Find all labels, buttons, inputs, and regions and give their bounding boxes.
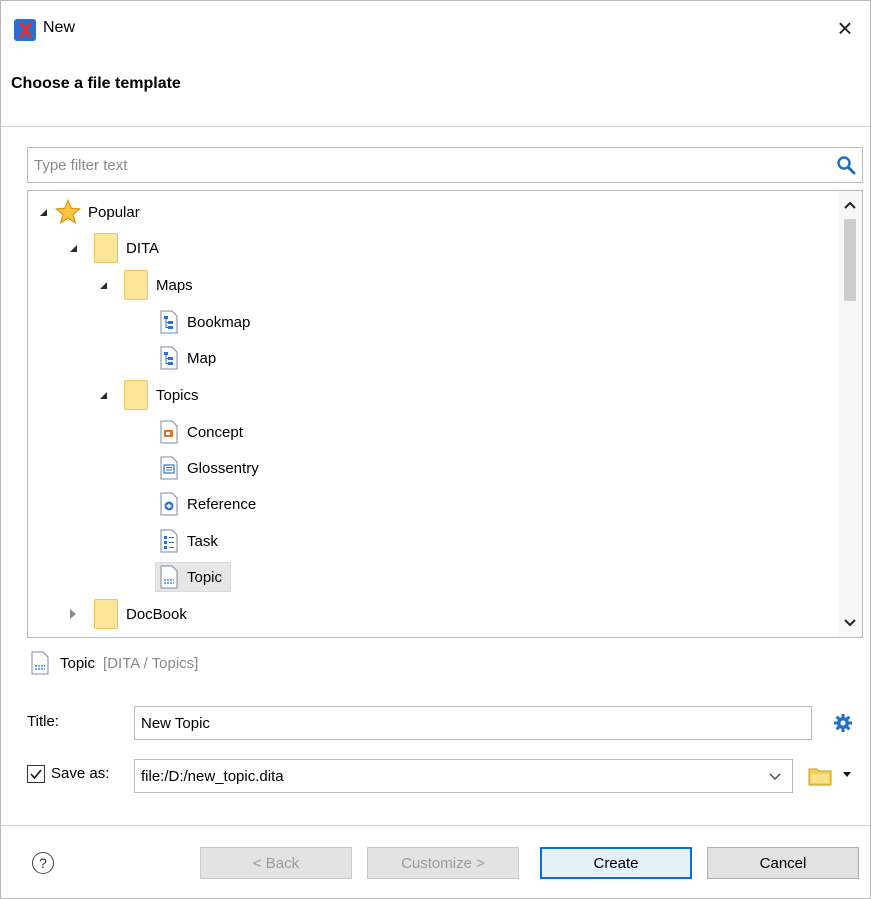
footer-divider xyxy=(1,825,870,826)
expand-toggle-icon[interactable] xyxy=(96,388,110,402)
folder-icon xyxy=(94,599,118,629)
tree-item-topics[interactable]: Topics xyxy=(96,380,203,410)
back-button[interactable]: < Back xyxy=(200,847,352,879)
selected-template-info: Topic [DITA / Topics] xyxy=(30,650,198,676)
checkmark-icon xyxy=(30,769,42,780)
help-icon[interactable]: ? xyxy=(32,852,54,874)
tree-item-popular[interactable]: Popular xyxy=(36,197,144,227)
window-title: New xyxy=(43,19,76,36)
map-file-icon xyxy=(160,346,178,370)
dropdown-arrow-icon[interactable] xyxy=(843,772,851,777)
tree-item-maps[interactable]: Maps xyxy=(96,270,197,300)
star-icon xyxy=(54,198,82,224)
expand-toggle-icon[interactable] xyxy=(36,205,50,219)
close-button[interactable]: × xyxy=(830,13,860,43)
scroll-up-icon[interactable] xyxy=(843,199,857,213)
app-logo-icon xyxy=(14,19,36,41)
tree-item-concept[interactable]: Concept xyxy=(159,417,247,447)
folder-icon xyxy=(124,270,148,300)
tree-scrollbar[interactable] xyxy=(838,191,862,637)
tree-item-label: DocBook xyxy=(126,605,187,623)
task-file-icon xyxy=(160,529,178,553)
expand-toggle-icon[interactable] xyxy=(66,241,80,255)
tree-item-label: Glossentry xyxy=(187,459,259,477)
concept-file-icon xyxy=(160,420,178,444)
scroll-down-icon[interactable] xyxy=(843,615,857,629)
selected-template-path: [DITA / Topics] xyxy=(103,654,199,672)
save-as-checkbox[interactable] xyxy=(27,765,45,783)
chevron-down-icon[interactable] xyxy=(768,769,782,783)
tree-item-label: Map xyxy=(187,349,217,367)
scroll-thumb[interactable] xyxy=(844,219,856,301)
tree-item-label: Popular xyxy=(88,203,140,221)
selected-template-name: Topic xyxy=(60,654,96,672)
title-input[interactable] xyxy=(134,706,812,740)
expand-toggle-icon[interactable] xyxy=(66,607,80,621)
reference-file-icon xyxy=(160,492,178,516)
tree-item-label: Bookmap xyxy=(187,313,251,331)
folder-browse-icon[interactable] xyxy=(808,766,832,786)
filter-input[interactable] xyxy=(28,148,818,182)
template-tree[interactable]: Popular DITA Maps Bookmap Map Topics Con… xyxy=(27,190,863,638)
topic-file-icon xyxy=(160,565,178,589)
save-as-input[interactable] xyxy=(135,760,755,792)
title-label: Title: xyxy=(27,713,59,730)
tree-item-docbook[interactable]: DocBook xyxy=(66,599,191,629)
tree-item-task[interactable]: Task xyxy=(159,526,222,556)
topic-file-icon xyxy=(31,651,49,675)
dialog-heading: Choose a file template xyxy=(11,75,181,92)
tree-item-label: Task xyxy=(187,532,218,550)
expand-toggle-icon[interactable] xyxy=(96,278,110,292)
tree-item-label: Reference xyxy=(187,495,257,513)
tree-item-bookmap[interactable]: Bookmap xyxy=(159,307,254,337)
customize-button[interactable]: Customize > xyxy=(367,847,519,879)
folder-icon xyxy=(124,380,148,410)
tree-item-glossentry[interactable]: Glossentry xyxy=(159,453,263,483)
header-divider xyxy=(1,126,870,127)
tree-item-dita[interactable]: DITA xyxy=(66,233,163,263)
save-as-label: Save as: xyxy=(51,765,110,782)
save-as-combobox[interactable] xyxy=(134,759,793,793)
search-icon[interactable] xyxy=(836,155,856,175)
tree-item-reference[interactable]: Reference xyxy=(159,489,260,519)
folder-icon xyxy=(94,233,118,263)
tree-item-label: Topic xyxy=(187,568,223,586)
tree-item-label: DITA xyxy=(126,239,160,257)
tree-item-label: Maps xyxy=(156,276,193,294)
gear-icon[interactable] xyxy=(833,713,853,733)
tree-item-topic[interactable]: Topic xyxy=(155,562,232,592)
glossentry-file-icon xyxy=(160,456,178,480)
create-button[interactable]: Create xyxy=(540,847,692,879)
title-bar: New × xyxy=(1,1,870,59)
filter-box xyxy=(27,147,863,183)
tree-item-label: Concept xyxy=(187,423,243,441)
tree-item-map[interactable]: Map xyxy=(159,343,220,373)
map-file-icon xyxy=(160,310,178,334)
tree-item-label: Topics xyxy=(156,386,199,404)
cancel-button[interactable]: Cancel xyxy=(707,847,859,879)
new-file-dialog: New × Choose a file template Popular DIT… xyxy=(0,0,871,899)
